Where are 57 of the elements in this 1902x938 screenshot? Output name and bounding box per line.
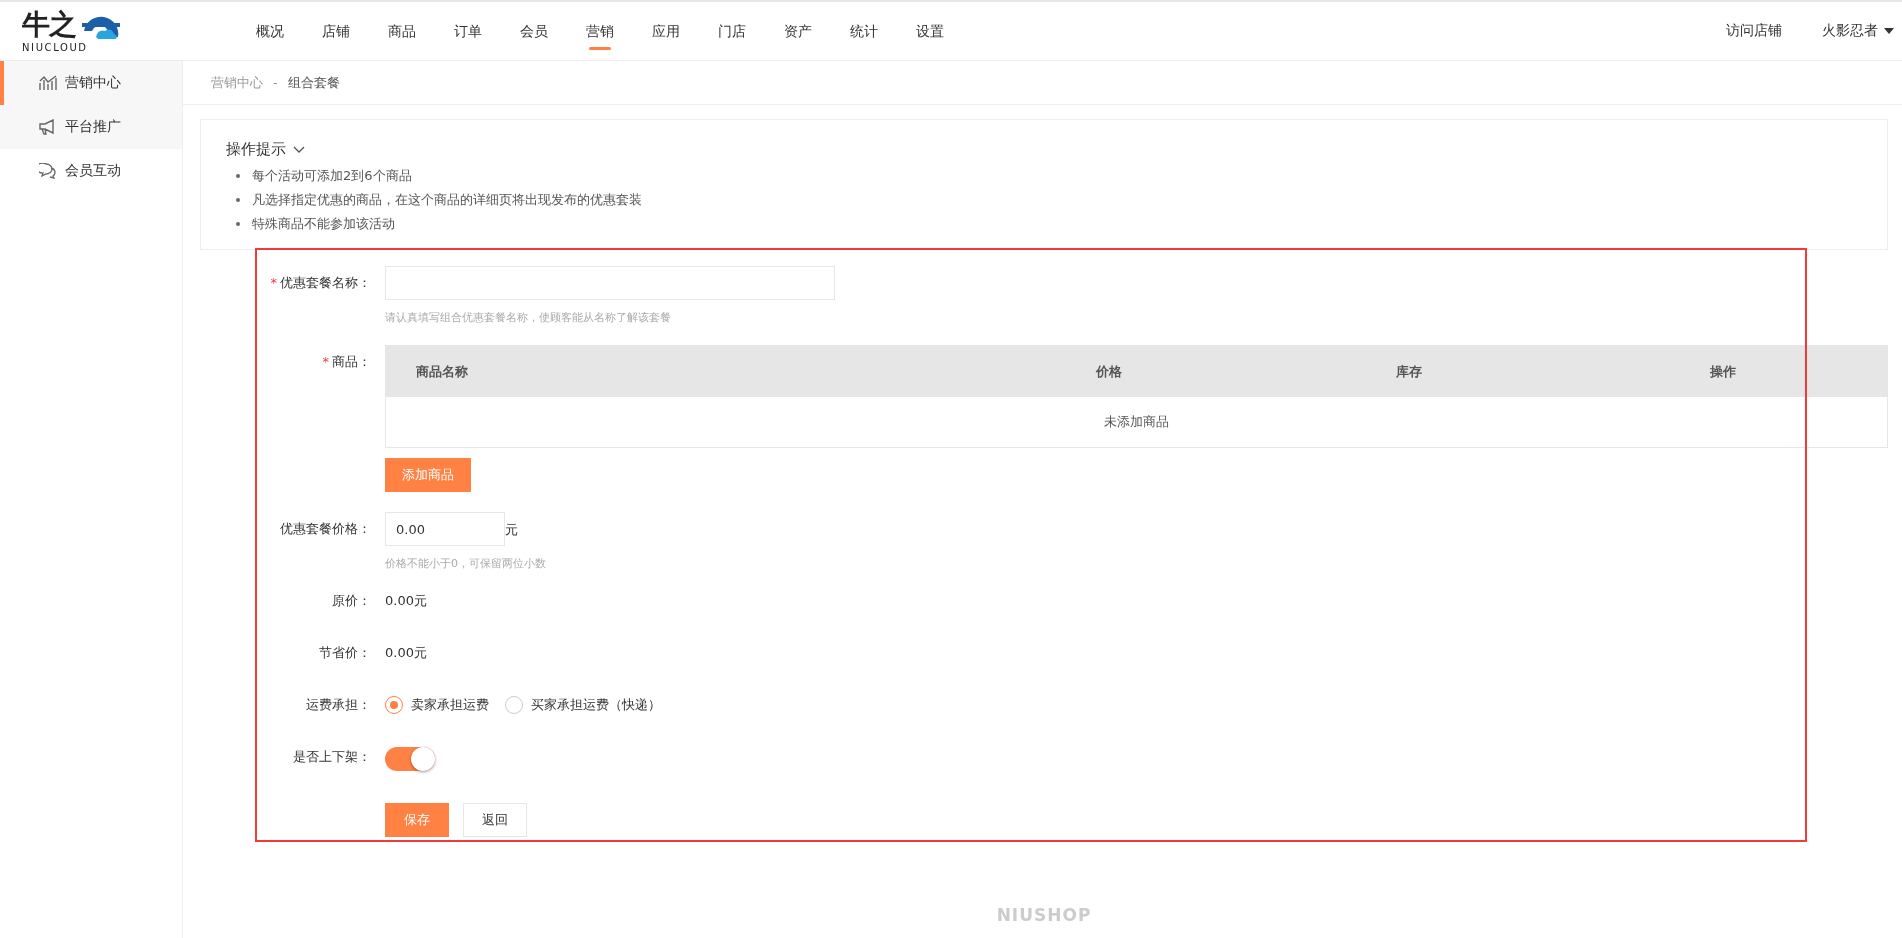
logo[interactable]: 牛之 NIUCLOUD bbox=[22, 8, 167, 54]
nav-tab[interactable]: 应用 bbox=[633, 2, 699, 60]
field-label: 优惠套餐价格： bbox=[280, 521, 371, 536]
bullet-icon bbox=[236, 198, 240, 202]
nav-tab[interactable]: 统计 bbox=[831, 2, 897, 60]
column-header: 库存 bbox=[1395, 362, 1423, 381]
column-header: 价格 bbox=[1094, 362, 1123, 381]
unit-label: 元 bbox=[505, 521, 518, 537]
chevron-down-icon[interactable] bbox=[293, 146, 305, 153]
nav-tab[interactable]: 门店 bbox=[699, 2, 765, 60]
tip-text: 每个活动可添加2到6个商品 bbox=[252, 167, 412, 185]
caret-icon[interactable] bbox=[1884, 28, 1894, 34]
nav-tab[interactable]: 设置 bbox=[897, 2, 963, 60]
nav-tab[interactable]: 商品 bbox=[369, 2, 435, 60]
tip-text: 特殊商品不能参加该活动 bbox=[252, 215, 395, 233]
sidebar-item[interactable]: 平台推广 bbox=[0, 105, 182, 149]
name-input[interactable] bbox=[385, 266, 835, 300]
nav-tab[interactable]: 会员 bbox=[501, 2, 567, 60]
logo-wordmark: NIUCLOUD bbox=[22, 42, 88, 54]
toggle-switch[interactable] bbox=[385, 747, 435, 771]
tips-title[interactable]: 操作提示 bbox=[226, 140, 286, 159]
back-button[interactable]: 返回 bbox=[463, 803, 527, 837]
chart-icon bbox=[39, 75, 57, 91]
nav-tab[interactable]: 订单 bbox=[435, 2, 501, 60]
nav-tab[interactable]: 概况 bbox=[237, 2, 303, 60]
field-label: 原价： bbox=[332, 593, 371, 608]
user-menu[interactable]: 火影忍者 bbox=[1822, 22, 1878, 40]
tip-text: 凡选择指定优惠的商品，在这个商品的详细页将出现发布的优惠套装 bbox=[252, 191, 642, 209]
hint-text: 价格不能小于0，可保留两位小数 bbox=[385, 556, 546, 571]
nav-tab[interactable]: 店铺 bbox=[303, 2, 369, 60]
chat-icon bbox=[39, 163, 57, 179]
empty-message: 未添加商品 bbox=[1104, 413, 1169, 431]
field-label: 商品： bbox=[332, 354, 371, 369]
breadcrumb-link[interactable]: 组合套餐 bbox=[287, 73, 340, 92]
column-header: 商品名称 bbox=[415, 362, 469, 381]
original-price-value: 0.00元 bbox=[385, 592, 427, 610]
radio-label[interactable]: 卖家承担运费 bbox=[411, 695, 489, 715]
field-label: 优惠套餐名称： bbox=[280, 275, 371, 290]
radio-label[interactable]: 买家承担运费（快递） bbox=[531, 695, 661, 715]
sidebar-item[interactable]: 营销中心 bbox=[0, 61, 182, 105]
megaphone-icon bbox=[39, 119, 57, 135]
price-input[interactable]: 0.00 bbox=[385, 512, 505, 546]
field-label: 运费承担： bbox=[306, 697, 371, 712]
field-label: 节省价： bbox=[319, 645, 371, 660]
bullet-icon bbox=[236, 174, 240, 178]
nav-tab[interactable]: 营销 bbox=[567, 2, 633, 60]
field-label: 是否上下架： bbox=[293, 749, 371, 764]
nav-tab[interactable]: 资产 bbox=[765, 2, 831, 60]
required-mark: * bbox=[270, 275, 277, 290]
visit-store-link[interactable]: 访问店铺 bbox=[1726, 22, 1782, 40]
column-header: 操作 bbox=[1709, 362, 1737, 381]
hint-text: 请认真填写组合优惠套餐名称，使顾客能从名称了解该套餐 bbox=[385, 310, 672, 325]
saving-value: 0.00元 bbox=[385, 644, 427, 662]
logo-mark: 牛之 bbox=[22, 10, 76, 40]
breadcrumb-separator: - bbox=[273, 75, 278, 90]
bullet-icon bbox=[236, 222, 240, 226]
required-mark: * bbox=[322, 354, 329, 369]
